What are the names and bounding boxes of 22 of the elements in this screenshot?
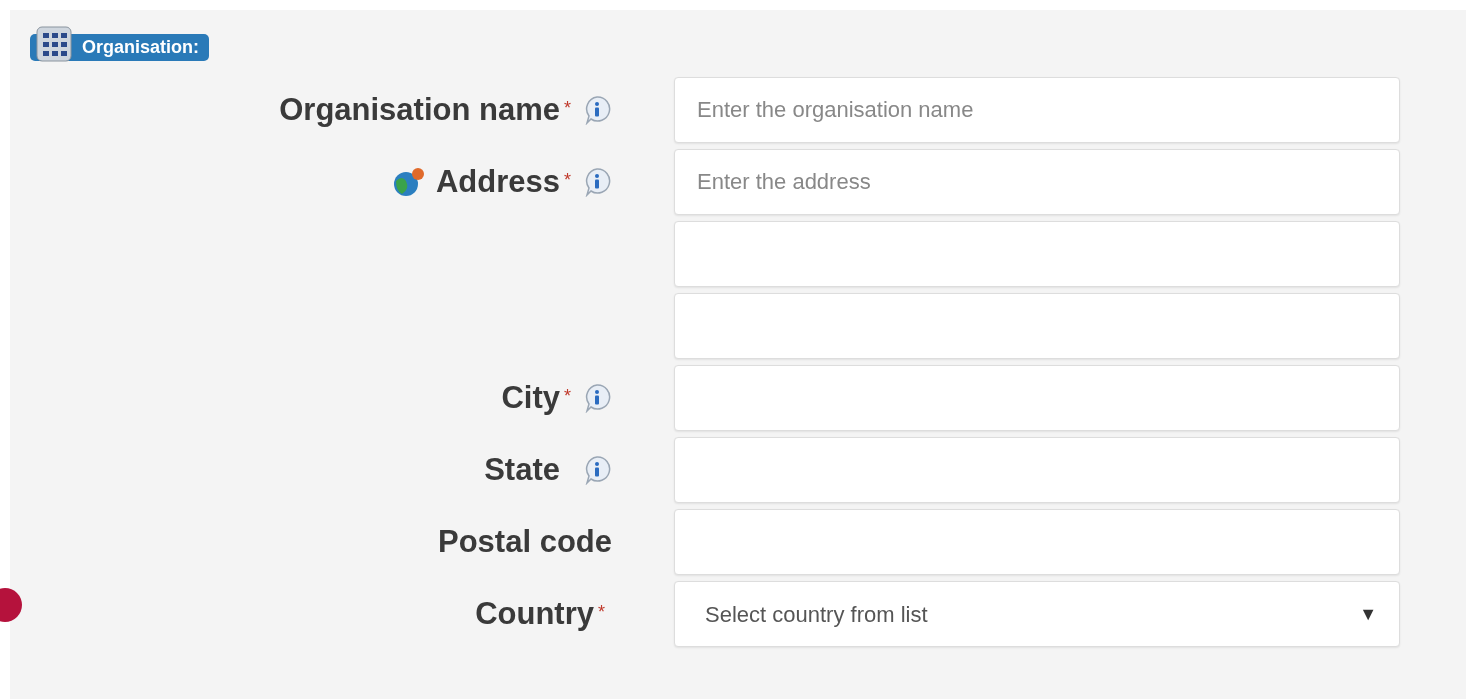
text-field[interactable] xyxy=(674,221,1400,287)
text-field[interactable] xyxy=(674,437,1400,503)
field-label: City xyxy=(501,378,560,417)
field-label: State xyxy=(484,450,560,489)
field-label: Address xyxy=(435,162,560,201)
required-mark: * xyxy=(598,601,606,624)
required-mark: * xyxy=(564,385,572,408)
field-label: Country xyxy=(475,594,594,633)
globe-icon[interactable] xyxy=(391,167,426,197)
text-field[interactable] xyxy=(674,509,1400,575)
text-field[interactable]: Enter the organisation name xyxy=(674,77,1400,143)
caret-icon: ▼ xyxy=(1359,600,1377,628)
field-label: Postal code xyxy=(438,522,612,561)
required-mark: * xyxy=(564,97,572,120)
building-icon xyxy=(34,24,74,63)
country-dropdown[interactable]: Select country from list ▼ xyxy=(674,581,1400,647)
text-field[interactable]: Enter the address xyxy=(674,149,1400,215)
field-label: Organisation name xyxy=(279,90,560,129)
text-field[interactable] xyxy=(674,365,1400,431)
section-title: Organisation: xyxy=(82,36,199,59)
required-mark: * xyxy=(564,169,572,192)
text-field[interactable] xyxy=(674,293,1400,359)
